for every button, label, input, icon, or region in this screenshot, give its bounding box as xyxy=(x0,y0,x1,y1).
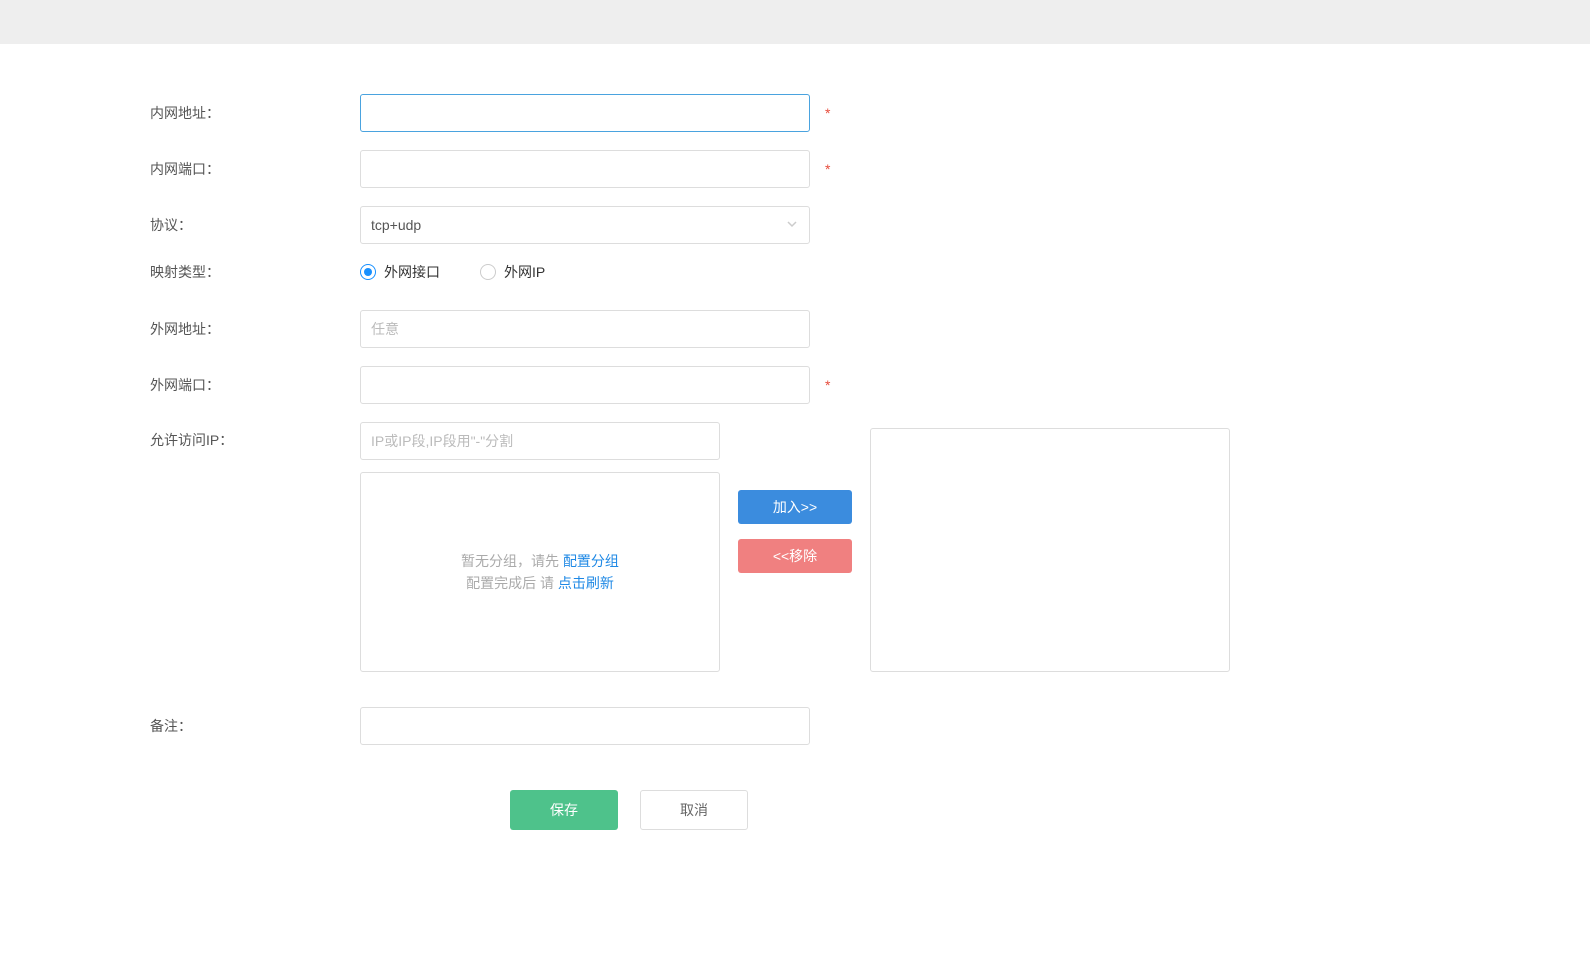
empty-text-1: 暂无分组，请先 xyxy=(461,553,563,569)
left-list-box[interactable]: 暂无分组，请先 配置分组 配置完成后 请 点击刷新 xyxy=(360,472,720,672)
radio-icon xyxy=(480,264,496,280)
label-internal-port: 内网端口： xyxy=(150,159,360,179)
label-external-address: 外网地址： xyxy=(150,319,360,339)
select-protocol[interactable]: tcp+udp xyxy=(360,206,810,244)
empty-text-2: 配置完成后 请 xyxy=(466,575,558,591)
row-mapping-type: 映射类型： 外网接口 外网IP xyxy=(150,262,1590,282)
row-external-port: 外网端口： * xyxy=(150,366,1590,404)
radio-label-external-interface: 外网接口 xyxy=(384,262,440,282)
radio-group-mapping-type: 外网接口 外网IP xyxy=(360,262,545,282)
input-internal-address[interactable] xyxy=(360,94,810,132)
link-refresh[interactable]: 点击刷新 xyxy=(558,575,614,591)
form-container: 内网地址： * 内网端口： * 协议： tcp+udp 映射类型： 外网接口 xyxy=(0,44,1590,830)
label-external-port: 外网端口： xyxy=(150,375,360,395)
input-external-address[interactable] xyxy=(360,310,810,348)
row-internal-port: 内网端口： * xyxy=(150,150,1590,188)
input-external-port[interactable] xyxy=(360,366,810,404)
allow-ip-content: 暂无分组，请先 配置分组 配置完成后 请 点击刷新 加入>> <<移除 xyxy=(360,422,1230,672)
action-row: 保存 取消 xyxy=(510,790,1590,830)
link-configure-group[interactable]: 配置分组 xyxy=(563,553,619,569)
label-allow-ip: 允许访问IP： xyxy=(150,422,360,450)
input-internal-port[interactable] xyxy=(360,150,810,188)
label-mapping-type: 映射类型： xyxy=(150,262,360,282)
label-internal-address: 内网地址： xyxy=(150,103,360,123)
button-column: 加入>> <<移除 xyxy=(738,472,852,672)
input-remarks[interactable] xyxy=(360,707,810,745)
right-list-box[interactable] xyxy=(870,428,1230,672)
label-remarks: 备注： xyxy=(150,716,360,736)
input-allow-ip[interactable] xyxy=(360,422,720,460)
list-area: 暂无分组，请先 配置分组 配置完成后 请 点击刷新 加入>> <<移除 xyxy=(360,472,1230,672)
add-button[interactable]: 加入>> xyxy=(738,490,852,524)
required-mark: * xyxy=(825,105,830,121)
remove-button[interactable]: <<移除 xyxy=(738,539,852,573)
radio-external-interface[interactable]: 外网接口 xyxy=(360,262,440,282)
top-bar xyxy=(0,0,1590,44)
select-wrapper-protocol: tcp+udp xyxy=(360,206,810,244)
row-protocol: 协议： tcp+udp xyxy=(150,206,1590,244)
row-remarks: 备注： xyxy=(150,707,1590,745)
radio-external-ip[interactable]: 外网IP xyxy=(480,262,545,282)
row-allow-ip: 允许访问IP： 暂无分组，请先 配置分组 配置完成后 请 点击刷新 加入>> <… xyxy=(150,422,1590,672)
empty-line-1: 暂无分组，请先 配置分组 xyxy=(461,550,619,572)
save-button[interactable]: 保存 xyxy=(510,790,618,830)
required-mark: * xyxy=(825,161,830,177)
empty-line-2: 配置完成后 请 点击刷新 xyxy=(466,572,614,594)
label-protocol: 协议： xyxy=(150,215,360,235)
radio-icon xyxy=(360,264,376,280)
cancel-button[interactable]: 取消 xyxy=(640,790,748,830)
row-external-address: 外网地址： xyxy=(150,310,1590,348)
required-mark: * xyxy=(825,377,830,393)
row-internal-address: 内网地址： * xyxy=(150,94,1590,132)
radio-label-external-ip: 外网IP xyxy=(504,262,545,282)
